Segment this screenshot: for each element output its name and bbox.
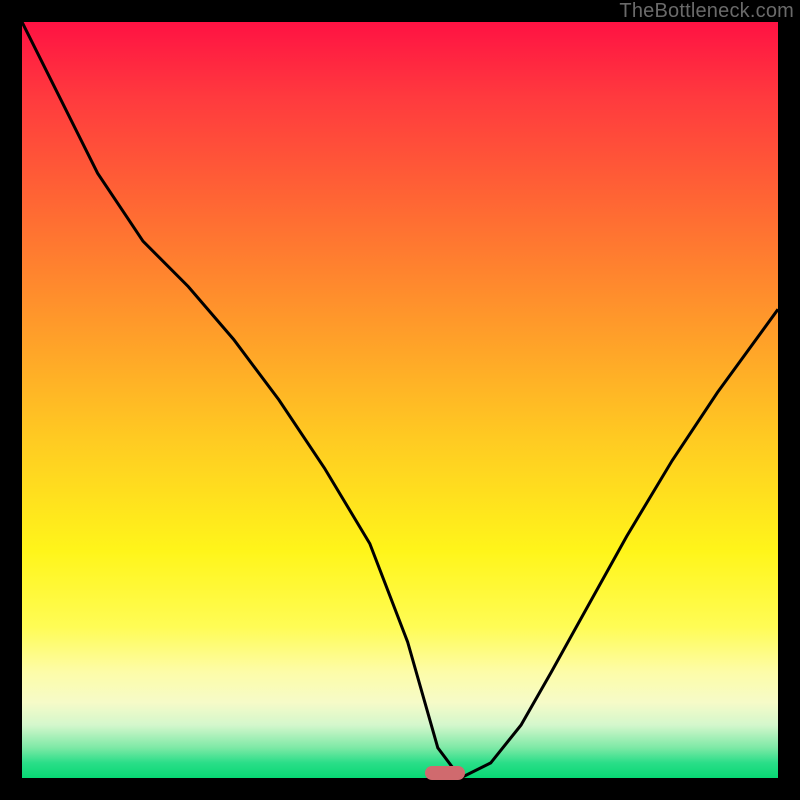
bottleneck-curve bbox=[22, 22, 778, 778]
curve-path bbox=[22, 22, 778, 778]
watermark-label: TheBottleneck.com bbox=[619, 0, 794, 23]
minimum-marker bbox=[425, 766, 465, 780]
chart-plot-area bbox=[22, 22, 778, 778]
chart-frame: TheBottleneck.com bbox=[0, 0, 800, 800]
